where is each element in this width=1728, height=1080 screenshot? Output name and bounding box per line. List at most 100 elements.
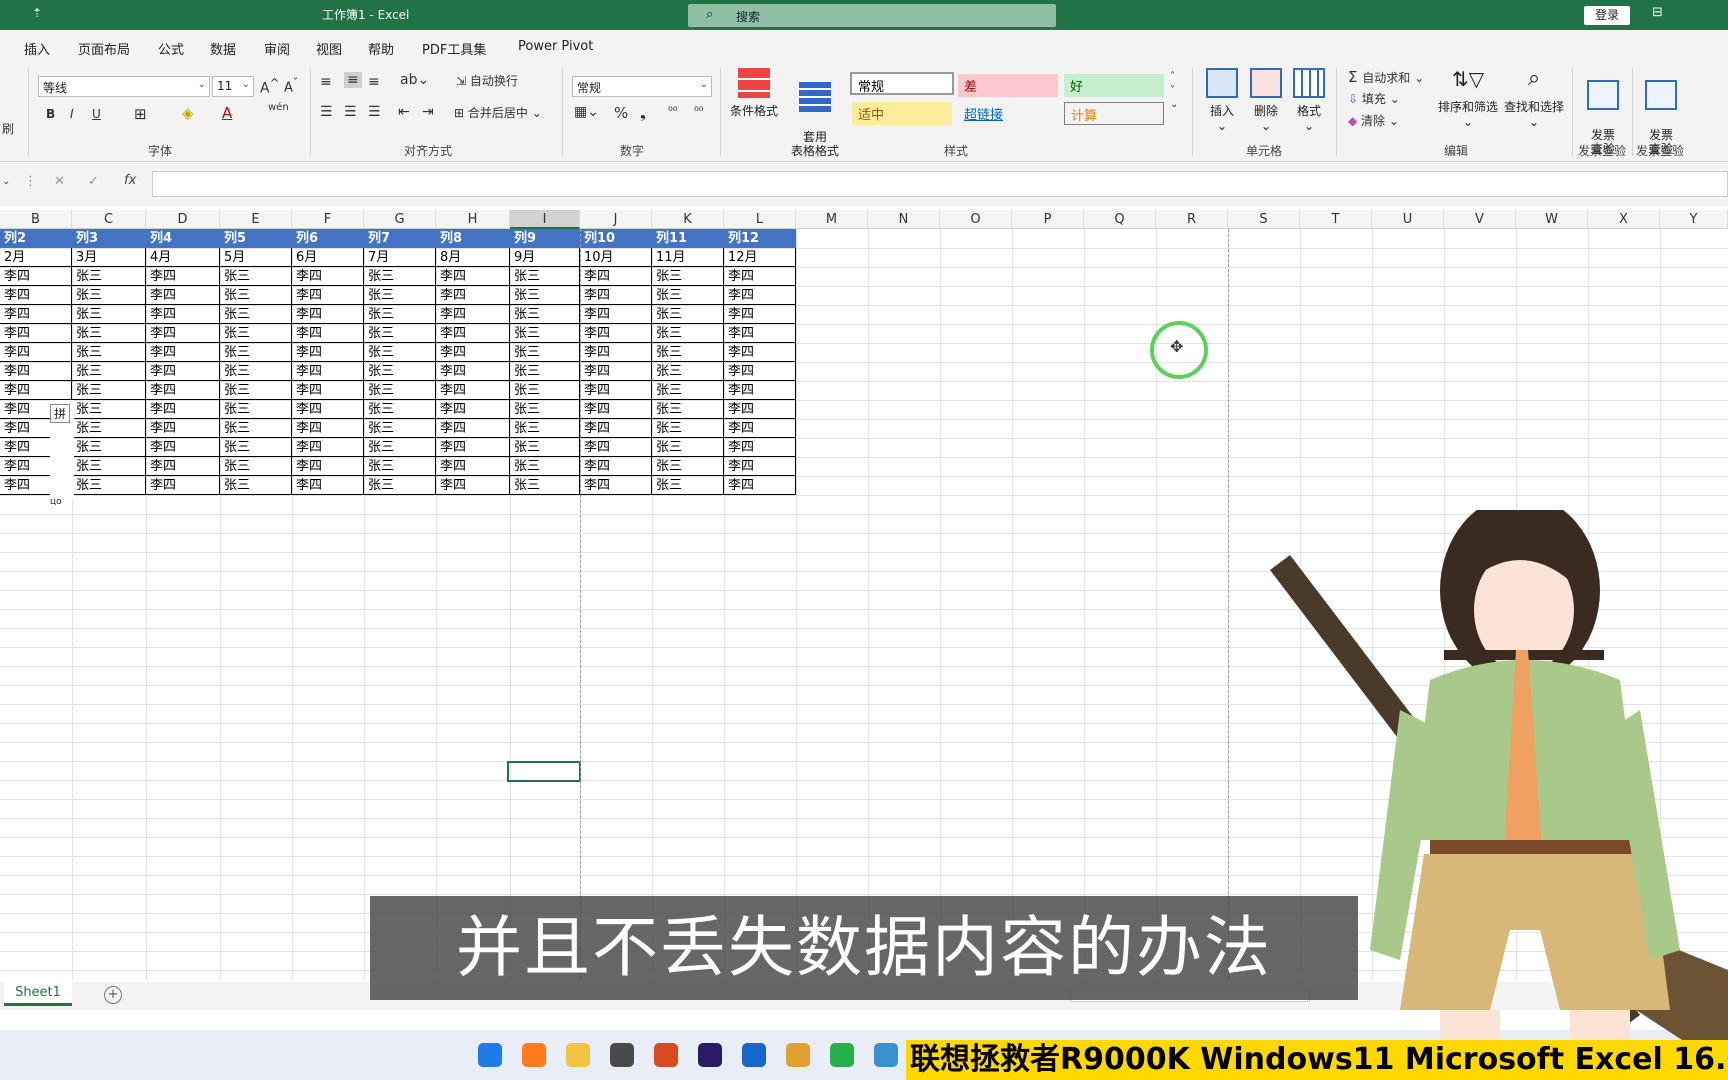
active-cell[interactable] — [507, 761, 581, 782]
table-cell[interactable]: 李四 — [436, 476, 510, 495]
table-cell[interactable]: 张三 — [510, 400, 580, 419]
table-cell[interactable]: 张三 — [652, 286, 724, 305]
formula-input[interactable] — [152, 171, 1728, 197]
increase-decimal-icon[interactable]: ⁰⁰ — [668, 104, 678, 118]
table-cell[interactable]: 3月 — [72, 248, 146, 267]
table-header-cell[interactable]: 列10 — [580, 229, 652, 248]
table-cell[interactable]: 李四 — [436, 267, 510, 286]
table-header-cell[interactable]: 列2 — [0, 229, 72, 248]
table-cell[interactable]: 李四 — [146, 343, 220, 362]
table-cell[interactable]: 张三 — [652, 381, 724, 400]
table-cell[interactable]: 李四 — [724, 400, 796, 419]
table-cell[interactable]: 张三 — [510, 305, 580, 324]
ime-toolbar[interactable]: 拼 цо — [50, 400, 74, 507]
table-cell[interactable]: 张三 — [510, 324, 580, 343]
align-center-icon[interactable]: ☰ — [344, 104, 357, 120]
table-cell[interactable]: 李四 — [580, 343, 652, 362]
search-box[interactable]: ⌕ 搜索 — [688, 4, 1056, 27]
table-cell[interactable]: 张三 — [72, 362, 146, 381]
table-cell[interactable]: 李四 — [436, 400, 510, 419]
table-cell[interactable]: 李四 — [292, 419, 364, 438]
table-cell[interactable]: 张三 — [510, 476, 580, 495]
table-cell[interactable]: 李四 — [292, 305, 364, 324]
table-cell[interactable]: 李四 — [580, 438, 652, 457]
table-cell[interactable]: 李四 — [292, 324, 364, 343]
table-cell[interactable]: 李四 — [0, 305, 72, 324]
column-header-q[interactable]: Q — [1084, 210, 1156, 229]
format-cells-button[interactable]: 格式 ⌄ — [1288, 68, 1330, 133]
table-cell[interactable]: 李四 — [292, 457, 364, 476]
column-header-e[interactable]: E — [220, 210, 292, 229]
decrease-decimal-icon[interactable]: ⁰⁰ — [694, 104, 704, 118]
table-cell[interactable]: 张三 — [220, 324, 292, 343]
table-cell[interactable]: 李四 — [436, 438, 510, 457]
column-header-i[interactable]: I — [510, 210, 580, 229]
column-header-y[interactable]: Y — [1660, 210, 1728, 229]
tab-formulas[interactable]: 公式 — [158, 39, 184, 58]
media-icon[interactable] — [786, 1043, 810, 1067]
table-cell[interactable]: 张三 — [220, 381, 292, 400]
table-cell[interactable]: 李四 — [146, 476, 220, 495]
clear-button[interactable]: ◆ 清除 ⌄ — [1348, 112, 1399, 129]
column-header-k[interactable]: K — [652, 210, 724, 229]
table-cell[interactable]: 李四 — [436, 419, 510, 438]
table-cell[interactable]: 李四 — [436, 305, 510, 324]
grow-font-icon[interactable]: A^ — [260, 76, 279, 97]
quick-access-customize[interactable]: ⇡ — [32, 6, 42, 20]
table-cell[interactable]: 李四 — [0, 324, 72, 343]
table-cell[interactable]: 张三 — [364, 381, 436, 400]
tab-data[interactable]: 数据 — [210, 39, 236, 58]
table-cell[interactable]: 李四 — [292, 343, 364, 362]
table-cell[interactable]: 李四 — [724, 286, 796, 305]
table-cell[interactable]: 张三 — [72, 457, 146, 476]
insert-cells-button[interactable]: 插入 ⌄ — [1200, 68, 1244, 133]
font-size-select[interactable]: 11 ⌄ — [212, 76, 254, 97]
shrink-font-icon[interactable]: Aˇ — [284, 76, 298, 95]
column-header-d[interactable]: D — [146, 210, 220, 229]
table-cell[interactable]: 12月 — [724, 248, 796, 267]
table-cell[interactable]: 张三 — [510, 343, 580, 362]
table-cell[interactable]: 张三 — [364, 343, 436, 362]
firefox-icon[interactable] — [522, 1043, 546, 1067]
table-cell[interactable]: 张三 — [364, 400, 436, 419]
column-header-v[interactable]: V — [1444, 210, 1516, 229]
table-cell[interactable]: 李四 — [0, 286, 72, 305]
table-cell[interactable]: 李四 — [580, 419, 652, 438]
increase-indent-icon[interactable]: ⇥ — [422, 104, 434, 120]
table-cell[interactable]: 李四 — [436, 286, 510, 305]
table-cell[interactable]: 张三 — [652, 343, 724, 362]
table-cell[interactable]: 张三 — [364, 419, 436, 438]
table-cell[interactable]: 张三 — [652, 457, 724, 476]
table-cell[interactable]: 李四 — [0, 267, 72, 286]
tab-view[interactable]: 视图 — [316, 39, 342, 58]
table-cell[interactable]: 李四 — [146, 438, 220, 457]
table-header-cell[interactable]: 列6 — [292, 229, 364, 248]
merge-center-button[interactable]: ⊞ 合并后居中 ⌄ — [454, 104, 542, 121]
table-cell[interactable]: 李四 — [292, 362, 364, 381]
table-cell[interactable]: 李四 — [580, 286, 652, 305]
table-cell[interactable]: 张三 — [364, 438, 436, 457]
align-top-icon[interactable]: ≡ — [320, 74, 332, 90]
name-box-dropdown-icon[interactable]: ⌄ — [2, 176, 10, 187]
tab-pdf-tools[interactable]: PDF工具集 — [422, 39, 486, 58]
meeting-icon[interactable] — [742, 1043, 766, 1067]
column-header-l[interactable]: L — [724, 210, 796, 229]
phonetic-icon[interactable]: wén — [268, 102, 289, 113]
column-header-c[interactable]: C — [72, 210, 146, 229]
orientation-icon[interactable]: ab⌄ — [400, 72, 429, 88]
table-cell[interactable]: 张三 — [72, 438, 146, 457]
column-header-n[interactable]: N — [868, 210, 940, 229]
table-header-cell[interactable]: 列7 — [364, 229, 436, 248]
table-cell[interactable]: 张三 — [652, 476, 724, 495]
table-cell[interactable]: 张三 — [510, 286, 580, 305]
tab-page-layout[interactable]: 页面布局 — [78, 39, 130, 58]
table-cell[interactable]: 张三 — [652, 400, 724, 419]
insert-function-icon[interactable]: fx — [124, 173, 136, 188]
column-header-f[interactable]: F — [292, 210, 364, 229]
tab-power-pivot[interactable]: Power Pivot — [518, 39, 593, 54]
table-cell[interactable]: 李四 — [146, 286, 220, 305]
format-as-table-button[interactable]: 套用 表格格式 — [784, 68, 846, 158]
table-cell[interactable]: 李四 — [0, 381, 72, 400]
percent-button[interactable]: % — [614, 104, 628, 122]
align-right-icon[interactable]: ☰ — [368, 104, 381, 120]
